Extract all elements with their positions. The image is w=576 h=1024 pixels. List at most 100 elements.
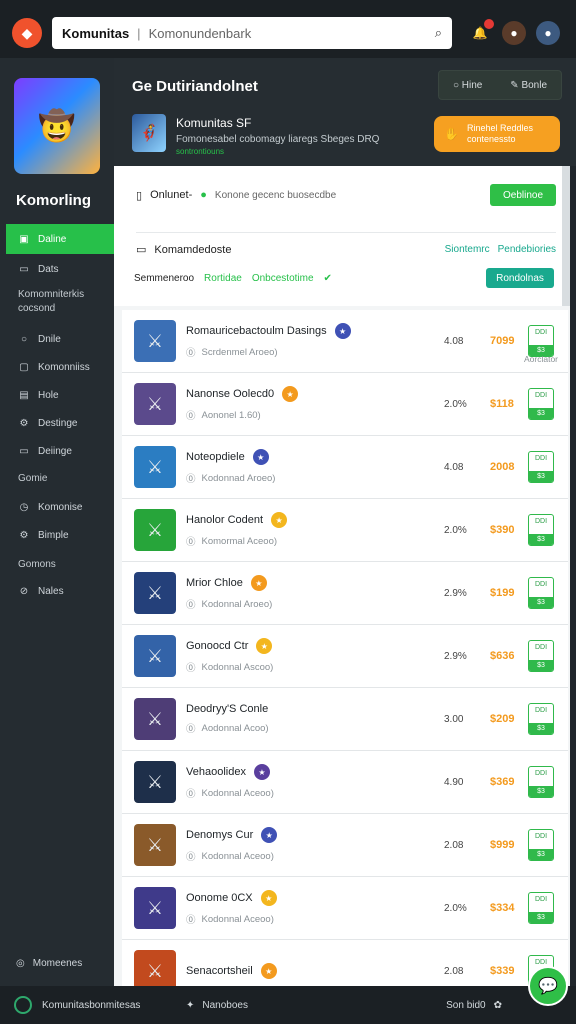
- game-rating: 2.0%: [444, 524, 467, 536]
- buy-button[interactable]: DDI $3: [528, 640, 554, 672]
- filter-row1-desc: Konone gecenc buosecdbe: [214, 189, 337, 201]
- sidebar-item-10[interactable]: ⚙ Bimple: [6, 524, 114, 546]
- bell-icon[interactable]: 🔔: [468, 19, 494, 45]
- game-rating: 3.00: [444, 713, 464, 725]
- tab-siontemrc[interactable]: Siontemrc: [445, 244, 490, 255]
- game-name: Gonoocd Ctr: [186, 640, 249, 652]
- cta-line1: Rinehel Reddles: [466, 123, 533, 133]
- buy-button[interactable]: DDI $3: [528, 325, 554, 357]
- game-thumbnail-icon[interactable]: ⚔: [134, 446, 176, 488]
- tab-pendebiories[interactable]: Pendebiories: [498, 244, 556, 255]
- game-thumbnail-icon[interactable]: ⚔: [134, 887, 176, 929]
- sidebar-item-9[interactable]: ◷ Komonise: [6, 496, 114, 518]
- buy-bottom: $3: [529, 408, 553, 419]
- game-row[interactable]: ⚔ Oonome 0CX ★ ⓪ Kodonnal Aceoo) 2.0% $33…: [122, 877, 568, 940]
- buy-button[interactable]: DDI $3: [528, 892, 554, 924]
- sidebar-item-label: Daline: [38, 233, 67, 245]
- game-row[interactable]: ⚔ Noteopdiele ★ ⓪ Kodonnad Aroeo) 4.08 20…: [122, 436, 568, 499]
- game-name-line: Mrior Chloe ★: [186, 575, 376, 591]
- bottom-left[interactable]: Komunitasbonmitesas: [14, 996, 164, 1014]
- cta-button[interactable]: ✋ Rinehel Reddles contenessto: [434, 116, 560, 152]
- online-button[interactable]: Oeblinoe: [490, 184, 556, 206]
- monitor-icon: ▭: [19, 263, 29, 275]
- sidebar-item-7[interactable]: ▭ Deiinge: [6, 440, 114, 462]
- rondolnas-button[interactable]: Rondolnas: [486, 268, 554, 288]
- buy-button[interactable]: DDI $3: [528, 514, 554, 546]
- info-icon: ⓪: [186, 663, 196, 674]
- notification-dot: [484, 19, 494, 29]
- bottom-mid[interactable]: ✦ Nanoboes: [186, 1000, 248, 1011]
- sidebar-item-4[interactable]: ▢ Komonniiss: [6, 356, 114, 378]
- filter-row-3: Semmeneroo Rortidae Onbcestotime ✔ Rondo…: [134, 268, 554, 288]
- game-thumbnail-icon[interactable]: ⚔: [134, 698, 176, 740]
- game-row[interactable]: ⚔ Gonoocd Ctr ★ ⓪ Kodonnal Ascoo) 2.9% $6…: [122, 625, 568, 688]
- game-row[interactable]: ⚔ Deodryy'S Conle ⓪ Aodonnal Acoo) 3.00 $…: [122, 688, 568, 751]
- game-row[interactable]: ⚔ Senacortsheil ★ 2.08 $339 DDI: [122, 940, 568, 986]
- game-name: Vehaoolidex: [186, 766, 246, 778]
- game-thumbnail-icon[interactable]: ⚔: [134, 383, 176, 425]
- sidebar-item-5[interactable]: ▤ Hole: [6, 384, 114, 406]
- game-name-line: Oonome 0CX ★: [186, 890, 376, 906]
- content-panel: ▯ Onlunet- ● Konone gecenc buosecdbe Oeb…: [114, 166, 570, 986]
- game-thumbnail-icon[interactable]: ⚔: [134, 950, 176, 986]
- game-name: Mrior Chloe: [186, 577, 243, 589]
- game-row[interactable]: ⚔ Denomys Cur ★ ⓪ Kodonnal Aceoo) 2.08 $9…: [122, 814, 568, 877]
- game-row[interactable]: ⚔ Romauricebactoulm Dasings ★ ⓪ Scrdenmel…: [122, 310, 568, 373]
- app-logo-icon[interactable]: ◆: [12, 18, 42, 48]
- buy-top: DDI: [534, 644, 548, 651]
- game-badge-icon: ★: [253, 764, 270, 780]
- buy-top: DDI: [534, 833, 548, 840]
- user-avatar[interactable]: 🦸: [132, 114, 166, 152]
- buy-button[interactable]: DDI $3: [528, 766, 554, 798]
- chat-fab-button[interactable]: 💬: [528, 966, 568, 1006]
- buy-bottom: $3: [529, 471, 553, 482]
- bottom-right[interactable]: Son bid0 ✿: [446, 1000, 502, 1011]
- game-thumbnail-icon[interactable]: ⚔: [134, 761, 176, 803]
- info-icon: ⓪: [186, 537, 196, 548]
- game-thumbnail-icon[interactable]: ⚔: [134, 572, 176, 614]
- game-meta-label: Aodonnal Acoo): [201, 722, 269, 734]
- phone-icon: ▯: [136, 189, 143, 202]
- sidebar-item-12[interactable]: ⊘ Nales: [6, 580, 114, 602]
- filter-row3-green2[interactable]: Onbcestotime: [252, 273, 314, 284]
- filter-row-2: ▭ Komamdedoste Siontemrc Pendebiories: [136, 232, 556, 256]
- buy-button[interactable]: DDI $3: [528, 451, 554, 483]
- buy-button[interactable]: DDI $3: [528, 703, 554, 735]
- sidebar-item-3[interactable]: ○ Dnile: [6, 328, 114, 350]
- game-meta-label: Kodonnal Aceoo): [201, 787, 274, 799]
- sidebar-item-label: Destinge: [38, 417, 78, 429]
- buy-top: DDI: [534, 392, 548, 399]
- buy-button[interactable]: DDI $3: [528, 388, 554, 420]
- scrollbar[interactable]: [562, 166, 570, 306]
- gear-icon: ⚙: [19, 529, 29, 541]
- top-icons: 🔔 ● ●: [468, 19, 560, 45]
- sidebar-item-1[interactable]: ▭ Dats: [6, 258, 114, 280]
- game-thumbnail-icon[interactable]: ⚔: [134, 824, 176, 866]
- tab-bonle[interactable]: ✎ Bonle: [510, 80, 547, 91]
- user-avatar-icon[interactable]: ●: [502, 21, 526, 45]
- sidebar-footer[interactable]: ◎ Momeenes: [16, 958, 82, 969]
- game-meta-label: Kodonnal Ascoo): [201, 661, 274, 673]
- filter-row3-green1[interactable]: Rortidae: [204, 273, 242, 284]
- game-meta: ⓪ Kodonnal Aceoo): [186, 849, 376, 864]
- game-row[interactable]: ⚔ Vehaoolidex ★ ⓪ Kodonnal Aceoo) 4.90 $3…: [122, 751, 568, 814]
- game-thumbnail-icon[interactable]: ⚔: [134, 509, 176, 551]
- sidebar-item-0[interactable]: ▣ Daline: [6, 224, 114, 254]
- search-input[interactable]: Komonundenbark: [149, 26, 427, 41]
- search-box[interactable]: Komunitas | Komonundenbark ⌕: [52, 17, 452, 49]
- game-name-line: Nanonse Oolecd0 ★: [186, 386, 376, 402]
- game-name: Oonome 0CX: [186, 892, 253, 904]
- game-row[interactable]: ⚔ Nanonse Oolecd0 ★ ⓪ Aononel 1.60) 2.0% …: [122, 373, 568, 436]
- tab-home[interactable]: ○ Hine: [453, 80, 482, 91]
- game-row[interactable]: ⚔ Hanolor Codent ★ ⓪ Komormal Aceoo) 2.0%…: [122, 499, 568, 562]
- sidebar-item-label: Deiinge: [38, 445, 72, 457]
- check-icon: ●: [200, 189, 207, 201]
- game-thumbnail-icon[interactable]: ⚔: [134, 635, 176, 677]
- sidebar-item-6[interactable]: ⚙ Destinge: [6, 412, 114, 434]
- game-row[interactable]: ⚔ Mrior Chloe ★ ⓪ Kodonnal Aroeo) 2.9% $1…: [122, 562, 568, 625]
- game-thumbnail-icon[interactable]: ⚔: [134, 320, 176, 362]
- buy-button[interactable]: DDI $3: [528, 577, 554, 609]
- search-icon[interactable]: ⌕: [435, 25, 442, 41]
- buy-button[interactable]: DDI $3: [528, 829, 554, 861]
- profile-avatar-icon[interactable]: ●: [536, 21, 560, 45]
